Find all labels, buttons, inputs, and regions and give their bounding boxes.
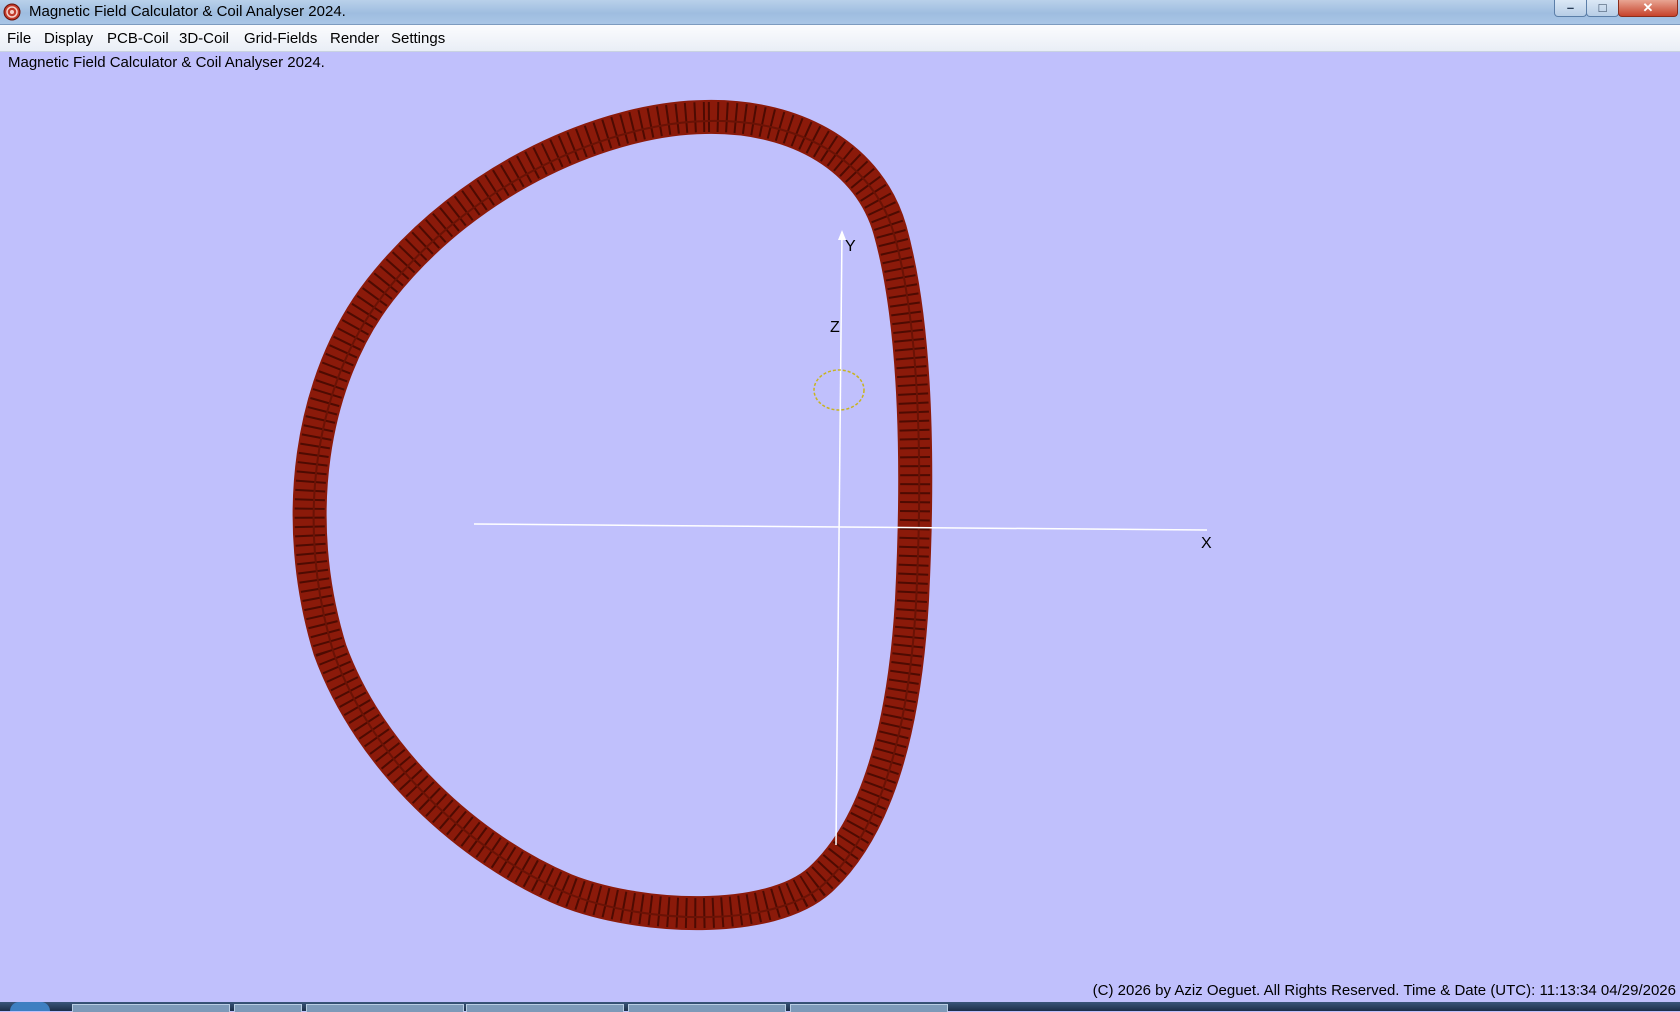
menu-render[interactable]: Render — [330, 30, 379, 47]
menu-display[interactable]: Display — [44, 30, 93, 47]
window-title: Magnetic Field Calculator & Coil Analyse… — [29, 3, 346, 20]
menu-pcb-coil[interactable]: PCB-Coil — [107, 30, 169, 47]
close-button[interactable]: ✕ — [1618, 0, 1678, 17]
menu-file[interactable]: File — [7, 30, 31, 47]
coil-windings — [294, 101, 931, 929]
x-axis-label: X — [1201, 535, 1212, 552]
scene-canvas: Y Z X — [292, 99, 1212, 931]
maximize-icon: □ — [1598, 0, 1607, 15]
menu-3d-coil[interactable]: 3D-Coil — [179, 30, 229, 47]
start-button[interactable] — [10, 1002, 50, 1011]
taskbar — [0, 1002, 1680, 1012]
x-axis-line — [473, 523, 1208, 531]
app-label: Magnetic Field Calculator & Coil Analyse… — [8, 54, 325, 71]
menu-settings[interactable]: Settings — [391, 30, 445, 47]
y-axis-label: Y — [845, 238, 856, 255]
title-bar: Magnetic Field Calculator & Coil Analyse… — [0, 0, 1680, 25]
minimize-button[interactable]: – — [1554, 0, 1587, 17]
origin-marker — [813, 369, 865, 411]
render-viewport[interactable]: Y Z X — [0, 52, 1680, 1002]
z-axis-label: Z — [830, 319, 840, 336]
minimize-icon: – — [1566, 0, 1575, 15]
close-icon: ✕ — [1642, 0, 1654, 15]
copyright-footer: (C) 2026 by Aziz Oeguet. All Rights Rese… — [1092, 982, 1676, 999]
app-icon — [3, 3, 21, 21]
menu-grid-fields[interactable]: Grid-Fields — [244, 30, 317, 47]
menu-bar: File Display PCB-Coil 3D-Coil Grid-Field… — [0, 25, 1680, 52]
coil-body — [292, 99, 933, 931]
maximize-button[interactable]: □ — [1586, 0, 1619, 17]
